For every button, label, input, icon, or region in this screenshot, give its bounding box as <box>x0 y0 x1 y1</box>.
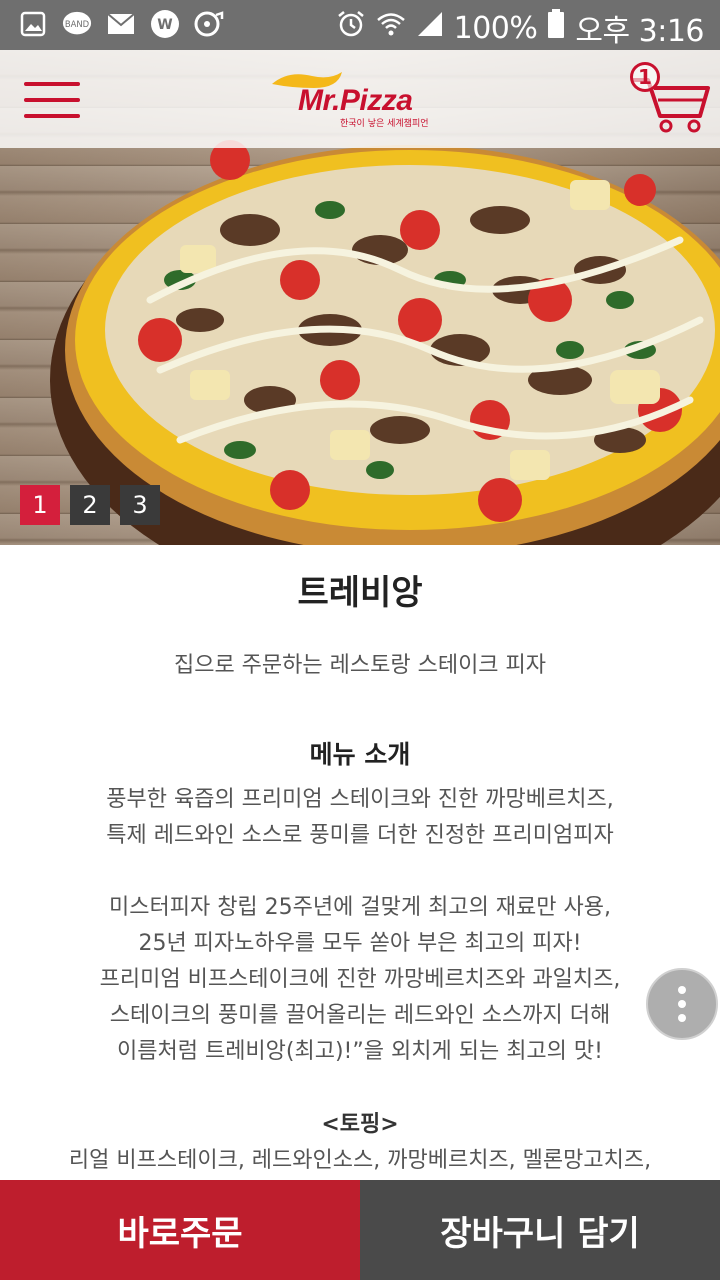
battery-text: 100% <box>453 10 538 46</box>
product-subtitle: 집으로 주문하는 레스토랑 스테이크 피자 <box>173 653 547 678</box>
logo-text: Mr.Pizza <box>298 84 413 117</box>
logo-subtext: 한국이 낳은 세계챔피언 <box>340 119 429 129</box>
menu-line <box>24 98 80 102</box>
band-icon: BAND <box>62 9 92 39</box>
story-line: 미스터피자 창립 25주년에 걸맞게 최고의 재료만 사용, <box>109 895 611 920</box>
intro-line: 풍부한 육즙의 프리미엄 스테이크와 진한 까망베르치즈, <box>106 787 614 812</box>
menu-intro-heading: 메뉴 소개 <box>309 740 411 769</box>
cart-count-badge: 1 <box>630 62 660 92</box>
dot <box>678 1014 686 1022</box>
story-line: 스테이크의 풍미를 끌어올리는 레드와인 소스까지 더해 <box>109 1003 611 1028</box>
story-line: 이름처럼 트레비앙(최고)!”을 외치게 되는 최고의 맛! <box>117 1039 603 1064</box>
band-label: BAND <box>65 19 89 29</box>
signal-icon <box>416 10 444 46</box>
more-options-button[interactable] <box>646 968 718 1040</box>
clock-text: 오후 3:16 <box>575 14 704 49</box>
topping-list: 리얼 비프스테이크, 레드와인소스, 까망베르치즈, 멜론망고치즈, <box>68 1148 652 1173</box>
menu-intro-text: 풍부한 육즙의 프리미엄 스테이크와 진한 까망베르치즈, 특제 레드와인 소스… <box>0 782 720 854</box>
music-icon <box>194 9 224 39</box>
menu-line <box>24 82 80 86</box>
app-header: Mr.Pizza 한국이 낳은 세계챔피언 <box>0 50 720 148</box>
battery-icon <box>547 9 565 47</box>
w-label: W <box>157 17 172 33</box>
pager-page-3[interactable]: 3 <box>120 485 160 525</box>
mr-pizza-logo[interactable]: Mr.Pizza 한국이 낳은 세계챔피언 <box>268 66 458 136</box>
pager-page-2[interactable]: 2 <box>70 485 110 525</box>
product-title: 트레비앙 <box>297 573 423 613</box>
mail-icon <box>106 9 136 39</box>
add-to-cart-button[interactable]: 장바구니 담기 <box>360 1180 720 1280</box>
hamburger-menu-button[interactable] <box>24 80 80 120</box>
dot <box>678 1000 686 1008</box>
gallery-icon <box>18 9 48 39</box>
pager-page-1[interactable]: 1 <box>20 485 60 525</box>
menu-story-text: 미스터피자 창립 25주년에 걸맞게 최고의 재료만 사용, 25년 피자노하우… <box>0 890 720 1070</box>
bottom-action-bar: 바로주문 장바구니 담기 <box>0 1180 720 1280</box>
story-line: 프리미엄 비프스테이크에 진한 까망베르치즈와 과일치즈, <box>99 967 621 992</box>
story-line: 25년 피자노하우를 모두 쏟아 부은 최고의 피자! <box>138 931 582 956</box>
topping-heading: <토핑> <box>321 1112 399 1137</box>
wifi-icon <box>376 9 406 47</box>
alarm-icon <box>336 9 366 47</box>
menu-line <box>24 114 80 118</box>
image-pager: 1 2 3 <box>20 485 160 525</box>
cart-button[interactable]: 1 <box>624 58 714 138</box>
status-bar: BAND W 100% 오후 3:16 <box>0 0 720 50</box>
intro-line: 특제 레드와인 소스로 풍미를 더한 진정한 프리미엄피자 <box>106 823 614 848</box>
order-now-button[interactable]: 바로주문 <box>0 1180 360 1280</box>
dot <box>678 986 686 994</box>
w-icon: W <box>150 9 180 39</box>
